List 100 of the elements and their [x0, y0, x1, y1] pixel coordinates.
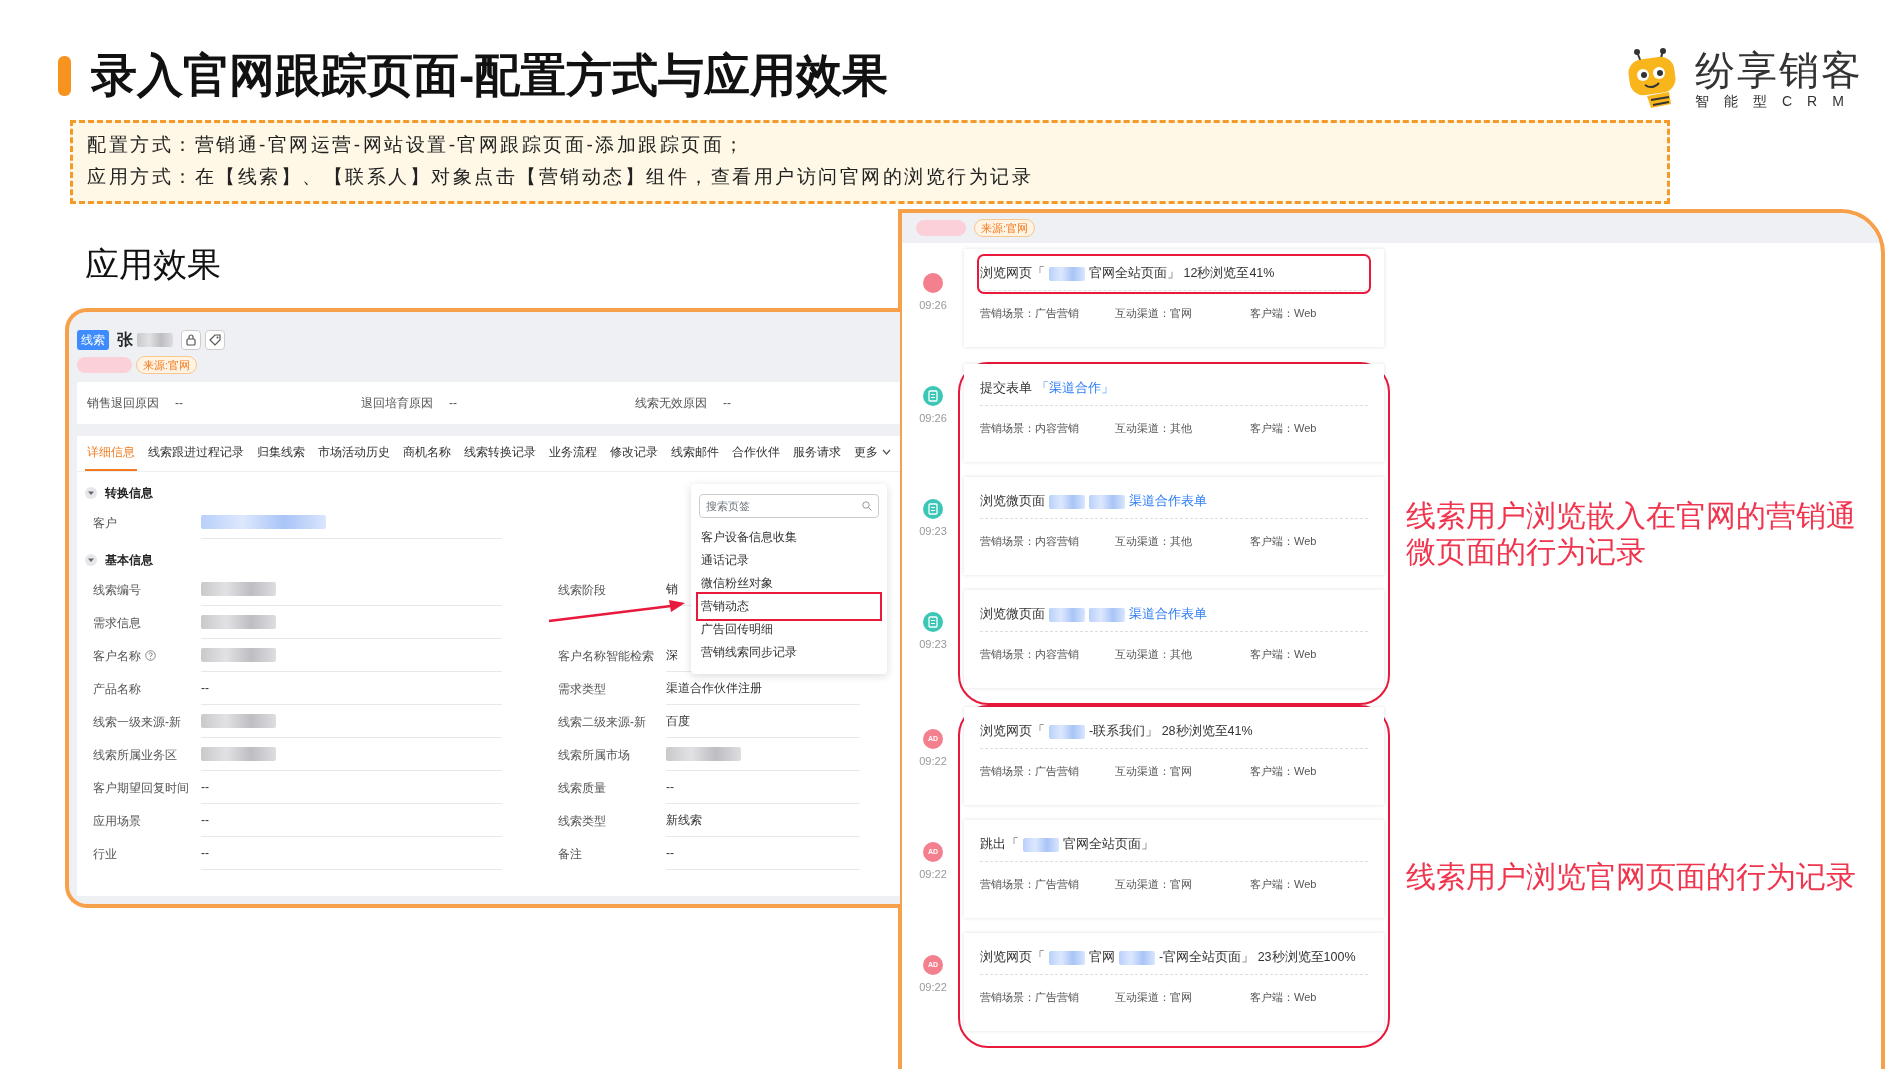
- tab[interactable]: 修改记录: [608, 435, 660, 472]
- meta-value: 官网: [1170, 990, 1192, 1005]
- lock-button[interactable]: [181, 330, 201, 351]
- meta-label: 互动渠道：: [1115, 534, 1170, 549]
- field-value: --: [201, 845, 209, 863]
- meta-value: 官网: [1170, 764, 1192, 779]
- field-label: 线索一级来源-新: [93, 713, 181, 731]
- event-time: 09:22: [919, 867, 947, 882]
- event-title: 提交表单: [980, 380, 1032, 398]
- page-link[interactable]: 「渠道合作」: [1036, 379, 1114, 398]
- document-icon: [928, 503, 938, 515]
- lead-name: 张: [117, 330, 133, 351]
- meta-label: 互动渠道：: [1115, 647, 1170, 662]
- field-value: --: [175, 395, 183, 413]
- redacted-tag: [916, 220, 966, 236]
- field-value: --: [449, 395, 458, 413]
- field-label: 行业: [93, 845, 117, 863]
- slide-title: 录入官网跟踪页面-配置方式与应用效果: [91, 48, 889, 103]
- section-title: 转换信息: [105, 485, 153, 503]
- meta-label: 客户端：: [1250, 534, 1294, 549]
- search-field[interactable]: 搜索页签: [699, 494, 879, 519]
- field-label: 线索编号: [93, 581, 141, 599]
- config-text: 配置方式：营销通-官网运营-网站设置-官网跟踪页面-添加跟踪页面；: [87, 133, 747, 157]
- field-label: 需求信息: [93, 614, 141, 632]
- tab[interactable]: 线索跟进过程记录: [146, 435, 246, 472]
- field-label: 线索所属业务区: [93, 746, 177, 764]
- meta-label: 营销场景：: [980, 306, 1035, 321]
- meta-value: 其他: [1170, 647, 1192, 662]
- event-title: 浏览网页「: [980, 723, 1045, 741]
- redacted-block: [1049, 494, 1085, 509]
- chevron-down-icon: [882, 449, 891, 456]
- field-label: 客户: [93, 514, 117, 532]
- field-value: 百度: [666, 713, 690, 731]
- tab[interactable]: 服务请求: [791, 435, 843, 472]
- redacted-block: [1023, 837, 1059, 852]
- meta-label: 营销场景：: [980, 877, 1035, 892]
- brand-tagline: 智能型CRM: [1695, 94, 1860, 108]
- search-placeholder: 搜索页签: [706, 498, 750, 514]
- field-label: 客户名称: [93, 647, 141, 665]
- tab[interactable]: 线索转换记录: [462, 435, 538, 472]
- redacted-block: [1119, 950, 1155, 965]
- meta-value: 官网: [1170, 877, 1192, 892]
- tab[interactable]: 归集线索: [255, 435, 307, 472]
- event-title: 官网全站页面」 12秒浏览至41%: [1089, 265, 1275, 283]
- tab[interactable]: 业务流程: [547, 435, 599, 472]
- event-time: 09:22: [919, 754, 947, 769]
- menu-item[interactable]: 营销线索同步记录: [699, 641, 879, 665]
- menu-item[interactable]: 客户设备信息收集: [699, 526, 879, 550]
- redacted-tag: [77, 357, 132, 374]
- event-title: 浏览微页面: [980, 493, 1045, 511]
- meta-value: 广告营销: [1035, 990, 1079, 1005]
- ad-event-icon: [923, 273, 943, 293]
- event-title: 浏览微页面: [980, 606, 1045, 624]
- tag-button[interactable]: [205, 330, 225, 351]
- meta-label: 客户端：: [1250, 306, 1294, 321]
- field-value: 渠道合作伙伴注册: [666, 680, 762, 698]
- tab[interactable]: 线索邮件: [669, 435, 721, 472]
- field-label: 客户期望回复时间: [93, 779, 189, 797]
- event-title: -官网全站页面」 23秒浏览至100%: [1159, 949, 1356, 967]
- field-value: --: [201, 680, 209, 698]
- menu-item[interactable]: 营销动态: [699, 595, 879, 619]
- menu-item[interactable]: 微信粉丝对象: [699, 572, 879, 596]
- redacted-block: [1049, 724, 1085, 739]
- field-label: 需求类型: [558, 680, 606, 698]
- field-label: 客户名称智能检索: [558, 647, 654, 665]
- field-label: 应用场景: [93, 812, 141, 830]
- meta-label: 客户端：: [1250, 647, 1294, 662]
- menu-item[interactable]: 广告回传明细: [699, 618, 879, 642]
- field-label: 线索类型: [558, 812, 606, 830]
- tab[interactable]: 合作伙伴: [730, 435, 782, 472]
- field-label: 退回培育原因: [361, 395, 434, 413]
- field-value: --: [666, 845, 674, 863]
- page-link[interactable]: 渠道合作表单: [1129, 605, 1207, 624]
- meta-value: 官网: [1170, 306, 1192, 321]
- config-text: 应用方式：在【线索】、【联系人】对象点击【营销动态】组件，查看用户访问官网的浏览行为记录: [87, 165, 1034, 189]
- page-link[interactable]: 渠道合作表单: [1129, 492, 1207, 511]
- title-accent-bar: [58, 55, 71, 96]
- tab[interactable]: 市场活动历史: [316, 435, 392, 472]
- field-label: 线索二级来源-新: [558, 713, 646, 731]
- event-title: 跳出「: [980, 836, 1019, 854]
- redacted-block: [137, 333, 173, 348]
- event-time: 09:26: [919, 411, 947, 426]
- field-value: --: [666, 779, 674, 797]
- event-title: 官网全站页面」: [1063, 836, 1154, 854]
- more-tab[interactable]: 更多: [852, 435, 893, 472]
- menu-item[interactable]: 通话记录: [699, 549, 879, 573]
- redacted-block: [1089, 607, 1125, 622]
- meta-value: 其他: [1170, 421, 1192, 436]
- redacted-block: [1049, 266, 1085, 281]
- meta-value: 广告营销: [1035, 306, 1079, 321]
- field-label: 线索质量: [558, 779, 606, 797]
- brand-name: 纷享销客: [1695, 50, 1863, 90]
- tab[interactable]: 商机名称: [401, 435, 453, 472]
- meta-label: 客户端：: [1250, 421, 1294, 436]
- meta-label: 客户端：: [1250, 990, 1294, 1005]
- meta-label: 互动渠道：: [1115, 990, 1170, 1005]
- field-value: 新线索: [666, 812, 702, 830]
- meta-label: 营销场景：: [980, 534, 1035, 549]
- meta-label: 营销场景：: [980, 421, 1035, 436]
- redacted-block: [1089, 494, 1125, 509]
